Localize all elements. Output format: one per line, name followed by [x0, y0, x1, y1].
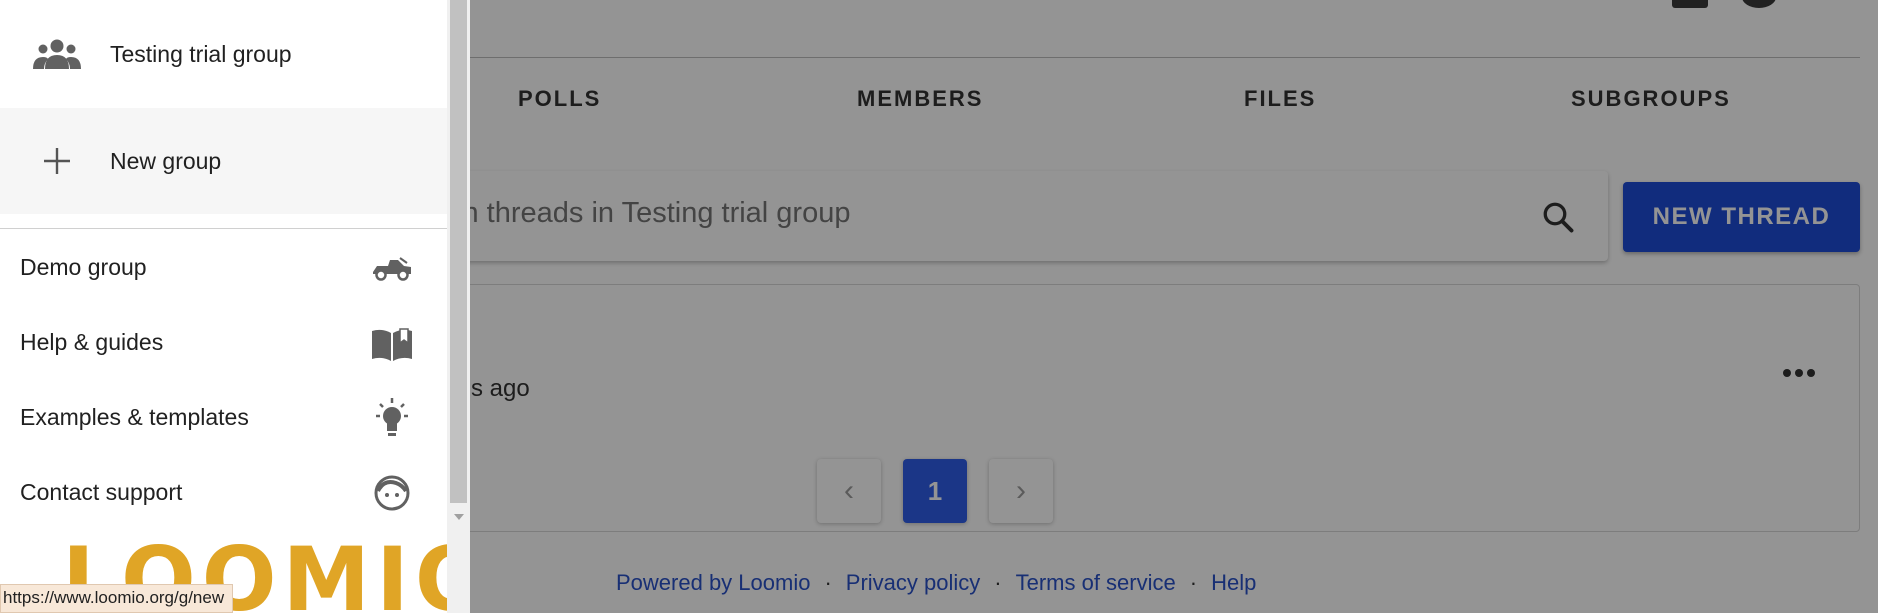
- group-label: Testing trial group: [110, 40, 292, 67]
- scrollbar-thumb[interactable]: [450, 0, 467, 503]
- plus-icon: [33, 137, 81, 185]
- support-agent-icon: [374, 475, 410, 511]
- help-guides-label: Help & guides: [20, 329, 164, 355]
- drawer-divider: [0, 228, 447, 229]
- group-item-testing-trial[interactable]: Testing trial group: [0, 0, 447, 108]
- overlay-scrim[interactable]: [470, 0, 1878, 613]
- group-icon: [33, 30, 81, 78]
- examples-templates-label: Examples & templates: [20, 404, 249, 430]
- book-icon: [372, 328, 412, 361]
- status-bar-url: https://www.loomio.org/g/new: [0, 584, 234, 613]
- new-group-item[interactable]: New group: [0, 108, 447, 214]
- examples-templates-link[interactable]: Examples & templates: [0, 380, 447, 455]
- lightbulb-icon: [376, 398, 408, 436]
- demo-group-label: Demo group: [20, 254, 147, 280]
- drawer-scrollbar[interactable]: [447, 0, 470, 613]
- navigation-drawer: Testing trial group New group Demo group…: [0, 0, 447, 613]
- car-icon: [373, 257, 411, 281]
- demo-group-link[interactable]: Demo group: [0, 230, 447, 305]
- scroll-down-arrow[interactable]: [450, 507, 467, 527]
- help-guides-link[interactable]: Help & guides: [0, 305, 447, 380]
- contact-support-label: Contact support: [20, 479, 183, 505]
- contact-support-link[interactable]: Contact support: [0, 455, 447, 530]
- new-group-label: New group: [110, 147, 222, 174]
